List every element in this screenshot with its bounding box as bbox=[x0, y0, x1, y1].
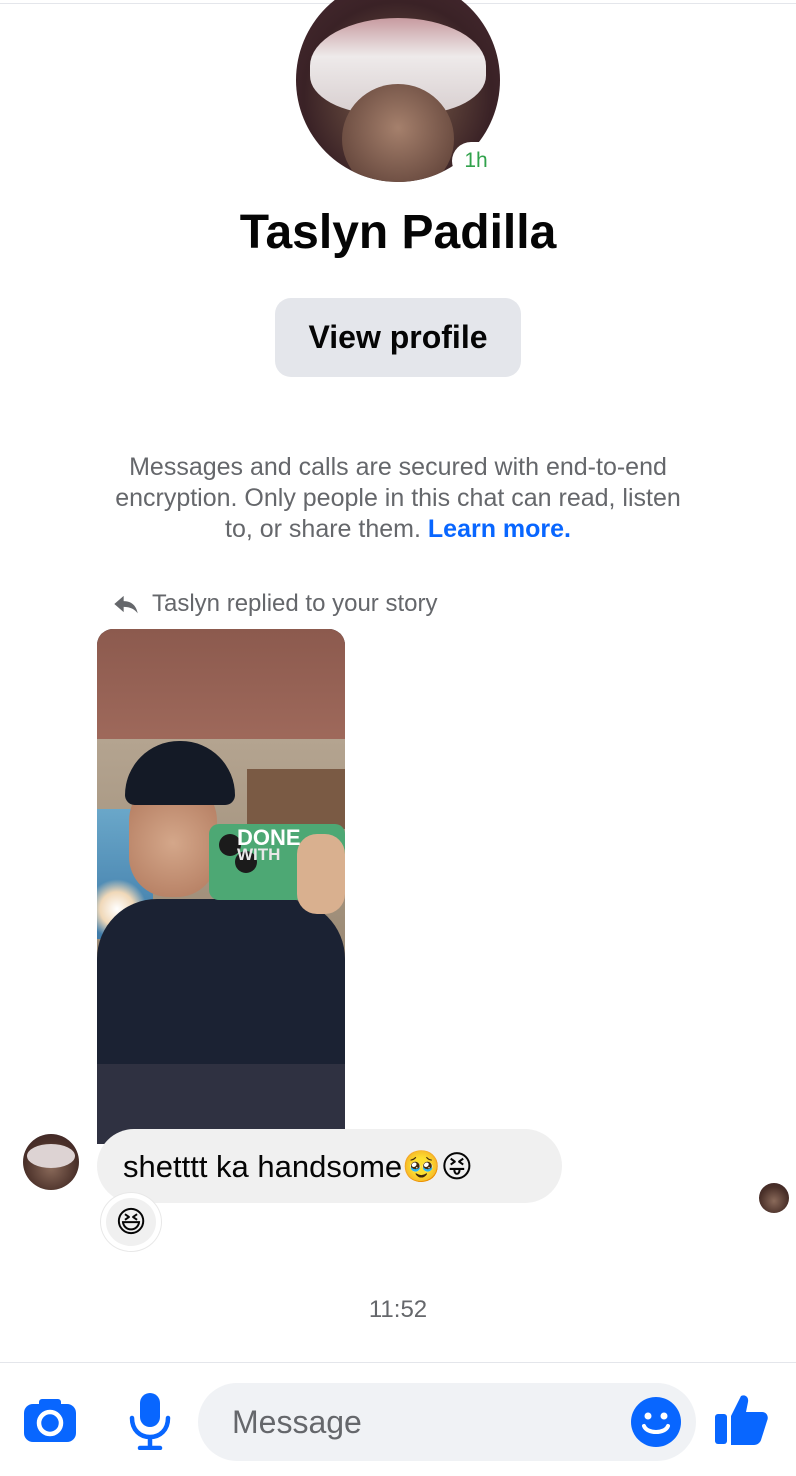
reply-arrow-icon bbox=[114, 595, 138, 614]
active-status-badge: 1h bbox=[452, 142, 500, 180]
laughing-emoji-icon: 😆 bbox=[106, 1198, 156, 1246]
emoji-icon bbox=[631, 1397, 681, 1447]
story-image[interactable]: DONE WITH bbox=[97, 629, 345, 1144]
story-sticker-text-2: WITH bbox=[237, 845, 281, 864]
camera-icon bbox=[24, 1399, 76, 1442]
microphone-icon bbox=[129, 1393, 171, 1450]
composer-divider bbox=[0, 1362, 796, 1363]
view-profile-button[interactable]: View profile bbox=[275, 298, 521, 377]
message-timestamp: 11:52 bbox=[368, 1296, 428, 1323]
thumbs-up-icon bbox=[715, 1395, 768, 1445]
story-reply-label: Taslyn replied to your story bbox=[112, 588, 437, 620]
message-reaction[interactable]: 😆 bbox=[101, 1193, 161, 1251]
message-bubble[interactable]: shetttt ka handsome🥹😝 bbox=[97, 1129, 562, 1203]
microphone-button[interactable] bbox=[124, 1391, 176, 1451]
reply-label-text: Taslyn replied to your story bbox=[152, 590, 438, 617]
sender-avatar[interactable] bbox=[23, 1134, 79, 1190]
message-input[interactable]: Message bbox=[198, 1383, 696, 1461]
learn-more-link[interactable]: Learn more. bbox=[428, 515, 571, 543]
message-input-placeholder: Message bbox=[232, 1403, 362, 1440]
encryption-notice: Messages and calls are secured with end-… bbox=[100, 452, 696, 545]
encryption-notice-text: Messages and calls are secured with end-… bbox=[115, 453, 681, 543]
like-button[interactable] bbox=[712, 1390, 770, 1448]
emoji-button[interactable] bbox=[630, 1396, 682, 1448]
camera-button[interactable] bbox=[22, 1393, 78, 1449]
message-text: shetttt ka handsome🥹😝 bbox=[123, 1148, 474, 1184]
seen-indicator-avatar bbox=[759, 1183, 789, 1213]
contact-name: Taslyn Padilla bbox=[239, 206, 557, 259]
